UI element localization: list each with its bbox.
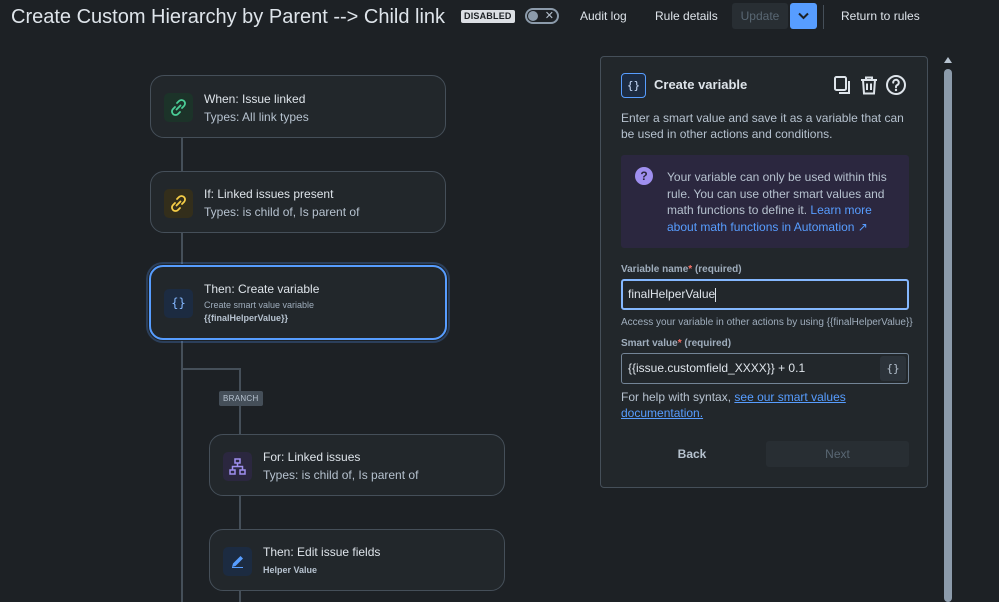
create-variable-panel: {} Create variable Enter a smart value a… [600,56,928,488]
smart-value-input[interactable]: {{issue.customfield_XXXX}} + 0.1 {} [621,353,909,384]
edit-subtitle: Helper Value [263,565,318,575]
syntax-help-text: For help with syntax, [621,390,735,404]
connector-line [181,368,241,370]
audit-log-button[interactable]: Audit log [572,3,635,29]
condition-subtitle: Types: is child of, Is parent of [204,205,360,219]
connector-line [181,138,183,171]
chevron-down-icon [798,12,809,20]
connector-line [181,233,183,265]
toggle-knob [528,11,538,21]
help-icon[interactable] [885,74,907,96]
copy-icon[interactable] [831,74,853,96]
branch-subtitle: Types: is child of, Is parent of [263,468,419,482]
rule-header: Create Custom Hierarchy by Parent --> Ch… [0,0,999,34]
return-to-rules-button[interactable]: Return to rules [833,3,928,29]
header-divider [823,5,824,29]
rule-title: Create Custom Hierarchy by Parent --> Ch… [11,6,446,28]
pencil-icon [223,547,252,576]
variable-name-value: finalHelperValue [628,287,716,301]
edit-title: Then: Edit issue fields [263,545,381,559]
insert-smart-value-button[interactable]: {} [880,356,906,381]
scroll-up-icon[interactable] [944,57,952,63]
scrollbar[interactable] [942,56,954,602]
required-mark: * [688,264,693,275]
back-button[interactable]: Back [659,441,725,467]
toggle-off-icon: ✕ [544,10,554,22]
link-icon [164,93,193,122]
smart-value-value: {{issue.customfield_XXXX}} + 0.1 [628,361,806,375]
hierarchy-icon [223,452,252,481]
create-variable-card[interactable]: {} Then: Create variable Create smart va… [149,265,447,340]
variable-name-label-text: Variable name [621,264,689,275]
action-title: Then: Create variable [204,282,320,296]
variable-name-help: Access your variable in other actions by… [621,317,913,328]
branch-card[interactable]: For: Linked issues Types: is child of, I… [209,434,505,496]
next-button[interactable]: Next [766,441,909,467]
action-subtitle: Create smart value variable [204,300,315,310]
condition-title: If: Linked issues present [204,187,334,201]
trash-icon[interactable] [858,74,880,96]
text-cursor [715,287,717,302]
scrollbar-thumb[interactable] [944,69,952,602]
update-options-button[interactable] [790,3,817,29]
curly-braces-icon: {} [621,73,646,98]
smart-value-label-text: Smart value [621,338,678,349]
edit-issue-card[interactable]: Then: Edit issue fields Helper Value [209,529,505,591]
update-button[interactable]: Update [732,3,788,29]
action-variable: {{finalHelperValue}} [204,313,289,323]
panel-description: Enter a smart value and save it as a var… [621,111,904,141]
branch-title: For: Linked issues [263,450,361,464]
required-text: (required) [694,264,742,275]
note-text: Your variable can only be used within th… [667,169,897,235]
branch-label: BRANCH [219,391,263,406]
variable-name-input[interactable]: finalHelperValue [621,279,909,310]
panel-title: Create variable [654,77,748,92]
connector-line [181,340,183,602]
required-mark: * [677,338,682,349]
trigger-card[interactable]: When: Issue linked Types: All link types [150,75,446,138]
condition-card[interactable]: If: Linked issues present Types: is chil… [150,171,446,233]
info-note: ? Your variable can only be used within … [621,155,909,248]
enable-rule-toggle[interactable]: ✕ [525,8,559,24]
curly-braces-icon: {} [164,289,193,318]
smart-value-label: Smart value* (required) [621,338,731,349]
syntax-help: For help with syntax, see our smart valu… [621,389,891,421]
status-badge: DISABLED [461,10,515,23]
question-icon: ? [635,167,653,185]
link-icon [164,189,193,218]
required-text: (required) [684,338,732,349]
connector-line [239,496,241,529]
variable-name-label: Variable name* (required) [621,264,742,275]
rule-details-button[interactable]: Rule details [647,3,726,29]
connector-line [239,591,241,602]
trigger-subtitle: Types: All link types [204,110,309,124]
trigger-title: When: Issue linked [204,92,306,106]
